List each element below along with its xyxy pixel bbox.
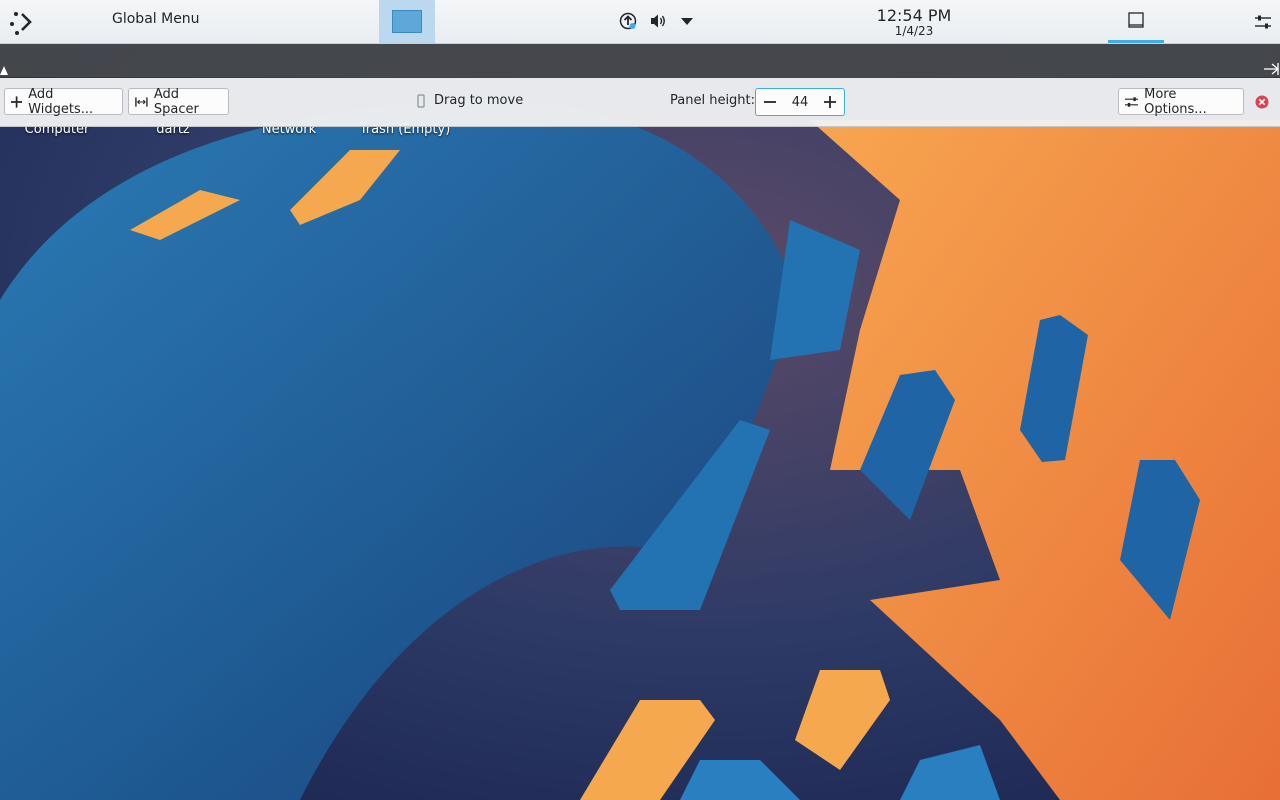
decrease-height-button[interactable] [756,89,784,115]
launcher-icon[interactable] [6,6,38,38]
add-spacer-button[interactable]: Add Spacer [128,86,229,117]
settings-sliders-icon [1125,96,1139,107]
plus-icon [824,96,836,108]
more-options-button[interactable]: More Options... [1118,86,1244,117]
plus-icon [11,95,23,108]
add-spacer-label: Add Spacer [153,86,199,117]
global-menu[interactable]: Global Menu [112,11,200,27]
add-widgets-button[interactable]: Add Widgets... [4,86,123,117]
clock-time: 12:54 PM [876,6,952,25]
desktop-pager-icon[interactable] [379,0,435,43]
min-length-slider[interactable] [0,66,8,75]
panel-edit-ruler[interactable] [0,44,1280,77]
spacer-icon [135,96,148,107]
pager-desktop-1[interactable] [392,10,422,33]
updates-icon[interactable] [618,11,638,31]
volume-icon[interactable] [648,11,668,31]
show-desktop-icon[interactable] [1108,0,1164,43]
drag-label: Drag to move [434,93,524,108]
digital-clock[interactable]: 12:54 PM 1/4/23 [862,7,966,38]
minus-icon [764,101,776,103]
panel-height-label: Panel height: [670,93,756,108]
add-widgets-label: Add Widgets... [28,86,94,117]
drag-handle-icon [417,93,425,108]
increase-height-button[interactable] [816,89,844,115]
close-icon[interactable] [1255,95,1269,109]
more-options-label: More Options... [1144,86,1207,117]
tray-expand-icon[interactable] [678,11,696,31]
panel-height-input[interactable] [784,89,816,115]
panel-height-spinbox[interactable] [755,88,845,116]
panel-edit-toolbar: Add Widgets... Add Spacer Drag to move P… [0,78,1280,127]
drag-handle[interactable]: Drag to move [414,93,523,108]
max-length-slider[interactable] [1264,63,1280,75]
panel-config-icon[interactable] [1252,11,1274,33]
clock-date: 1/4/23 [894,24,934,38]
top-panel: Global Menu 12:54 PM 1/4/23 [0,0,1280,44]
